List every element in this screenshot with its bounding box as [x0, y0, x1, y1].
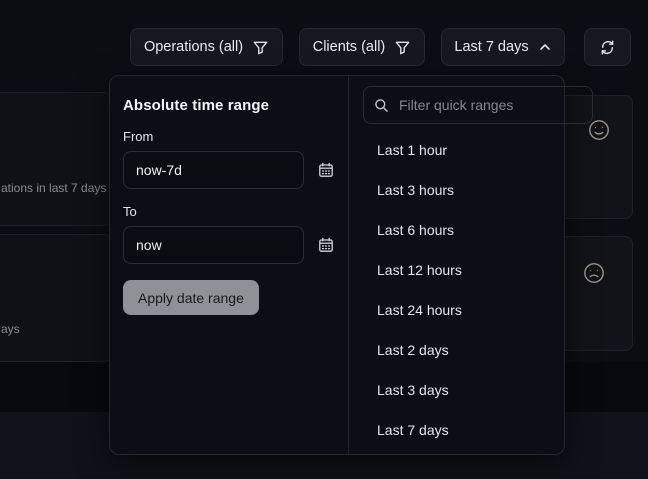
funnel-icon: [252, 39, 269, 56]
background-card-operations: [0, 92, 112, 226]
quick-range-last-2-days[interactable]: Last 2 days: [349, 330, 602, 370]
refresh-icon: [599, 39, 616, 56]
from-calendar-button[interactable]: [318, 162, 334, 178]
time-range-button[interactable]: Last 7 days: [441, 28, 565, 66]
filter-quick-ranges-input[interactable]: [397, 96, 582, 114]
search-icon: [374, 98, 389, 113]
quick-ranges-filter: [363, 86, 593, 124]
quick-range-last-24-hours[interactable]: Last 24 hours: [349, 290, 602, 330]
calendar-icon: [318, 237, 334, 253]
quick-range-last-3-hours[interactable]: Last 3 hours: [349, 170, 602, 210]
absolute-time-range-title: Absolute time range: [123, 97, 334, 114]
apply-date-range-button[interactable]: Apply date range: [123, 280, 259, 315]
quick-range-last-1-hour[interactable]: Last 1 hour: [349, 130, 602, 170]
time-range-label: Last 7 days: [454, 39, 528, 55]
to-calendar-button[interactable]: [318, 237, 334, 253]
calendar-icon: [318, 162, 334, 178]
from-label: From: [123, 129, 334, 144]
funnel-icon: [394, 39, 411, 56]
operations-filter-button[interactable]: Operations (all): [130, 28, 283, 66]
clients-filter-button[interactable]: Clients (all): [299, 28, 425, 66]
to-input[interactable]: [123, 226, 304, 264]
quick-ranges-pane: Last 1 hour Last 3 hours Last 6 hours La…: [348, 76, 602, 454]
refresh-button[interactable]: [584, 28, 631, 66]
quick-ranges-list: Last 1 hour Last 3 hours Last 6 hours La…: [349, 130, 602, 450]
quick-range-last-7-days[interactable]: Last 7 days: [349, 410, 602, 450]
from-input[interactable]: [123, 151, 304, 189]
chevron-up-icon: [538, 40, 552, 54]
background-card-caption: ations in last 7 days: [1, 181, 106, 195]
background-card-left-2: [0, 234, 112, 362]
quick-range-last-12-hours[interactable]: Last 12 hours: [349, 250, 602, 290]
time-picker-dropdown: Absolute time range From To: [109, 75, 565, 455]
quick-range-last-3-days[interactable]: Last 3 days: [349, 370, 602, 410]
absolute-time-range-pane: Absolute time range From To: [110, 76, 348, 454]
operations-filter-label: Operations (all): [144, 39, 243, 55]
quick-range-last-6-hours[interactable]: Last 6 hours: [349, 210, 602, 250]
to-label: To: [123, 204, 334, 219]
clients-filter-label: Clients (all): [313, 39, 386, 55]
background-card-caption-2: ays: [1, 322, 20, 336]
